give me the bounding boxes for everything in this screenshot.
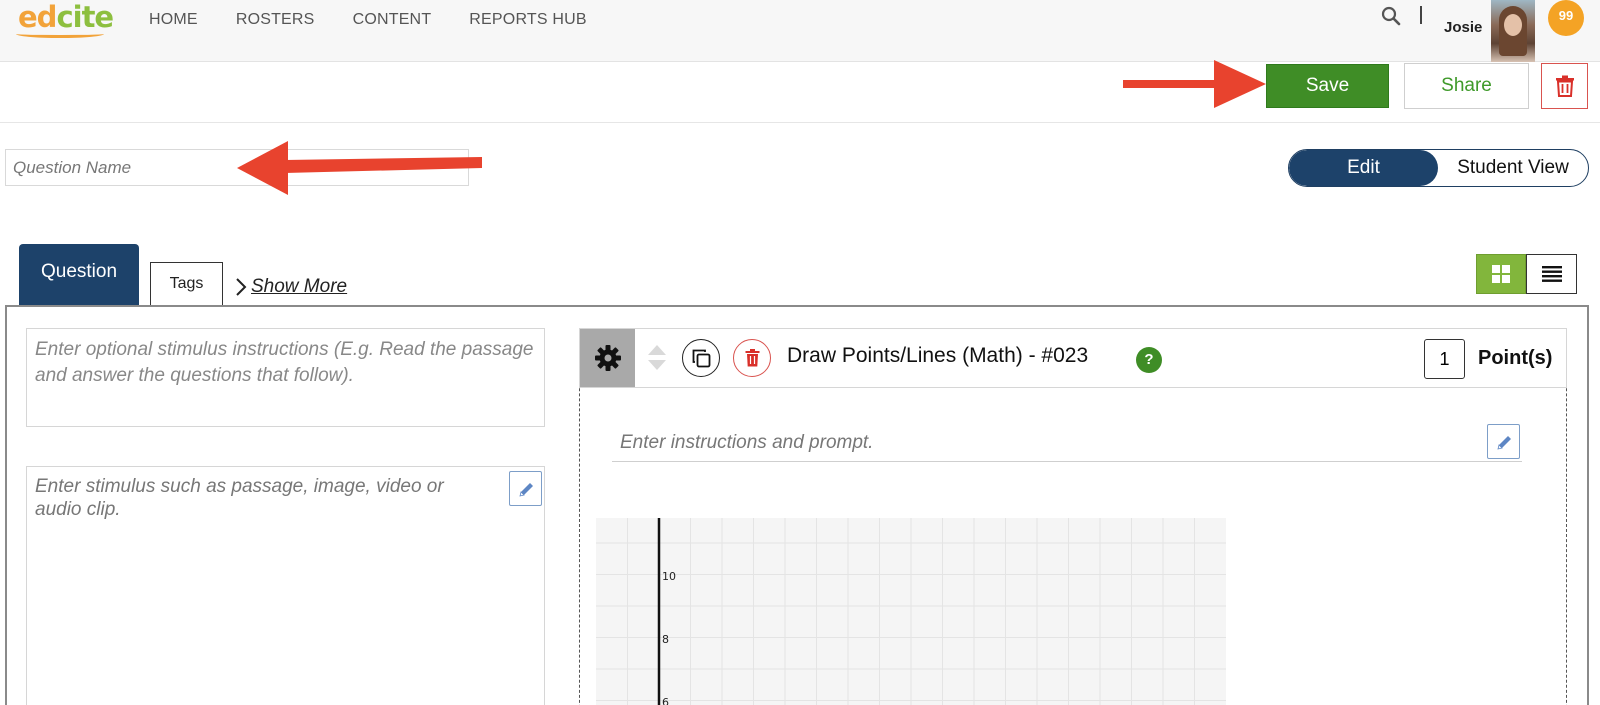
avatar[interactable] xyxy=(1491,0,1535,62)
logo-part-ed: ed xyxy=(18,0,57,34)
notification-badge[interactable]: 99 xyxy=(1548,0,1584,36)
nav-item-rosters[interactable]: ROSTERS xyxy=(236,11,315,29)
student-view-button[interactable]: Student View xyxy=(1438,150,1588,186)
search-icon[interactable] xyxy=(1381,6,1401,26)
trash-icon xyxy=(745,349,760,367)
y-tick-label: 8 xyxy=(662,633,669,646)
gear-icon xyxy=(595,345,621,371)
top-navigation: edcite HOME ROSTERS CONTENT REPORTS HUB … xyxy=(0,0,1600,62)
pencil-icon xyxy=(1497,436,1511,450)
action-bar: Save Share xyxy=(0,62,1600,123)
logo-part-cite: cite xyxy=(56,0,114,34)
user-name[interactable]: Josie xyxy=(1444,19,1482,36)
nav-item-home[interactable]: HOME xyxy=(149,11,198,29)
tab-tags[interactable]: Tags xyxy=(150,262,223,306)
reorder-icon[interactable] xyxy=(647,343,667,373)
show-more-link[interactable]: Show More xyxy=(234,276,347,298)
edcite-logo[interactable]: edcite xyxy=(18,0,114,34)
settings-button[interactable] xyxy=(580,329,635,387)
question-title: Draw Points/Lines (Math) - #023 xyxy=(787,344,1089,367)
show-more-label: Show More xyxy=(251,276,348,297)
tab-question[interactable]: Question xyxy=(19,244,139,306)
grid-view-icon xyxy=(1492,265,1510,283)
nav-divider xyxy=(1420,6,1422,24)
duplicate-button[interactable] xyxy=(682,339,720,377)
y-tick-label: 6 xyxy=(662,696,669,705)
chevron-right-icon xyxy=(236,278,247,296)
y-tick-label: 10 xyxy=(662,570,676,583)
save-button[interactable]: Save xyxy=(1266,64,1389,108)
question-delete-button[interactable] xyxy=(733,339,771,377)
stimulus-instructions-field[interactable]: Enter optional stimulus instructions (E.… xyxy=(26,328,545,427)
draw-points-graph[interactable]: 10 8 6 xyxy=(596,518,1226,705)
edit-view-button[interactable]: Edit xyxy=(1289,150,1438,186)
nav-item-content[interactable]: CONTENT xyxy=(353,11,432,29)
nav-item-reports-hub[interactable]: REPORTS HUB xyxy=(469,11,586,29)
list-view-button[interactable] xyxy=(1526,254,1577,294)
pencil-icon xyxy=(519,483,533,497)
copy-icon xyxy=(692,349,711,368)
help-icon[interactable]: ? xyxy=(1136,347,1162,373)
graph-grid xyxy=(596,518,1226,705)
stimulus-edit-button[interactable] xyxy=(509,471,542,506)
trash-icon xyxy=(1556,75,1574,97)
share-button[interactable]: Share xyxy=(1404,63,1529,109)
delete-button[interactable] xyxy=(1541,63,1588,109)
points-label: Point(s) xyxy=(1478,347,1553,369)
question-name-input[interactable] xyxy=(5,149,469,186)
prompt-edit-button[interactable] xyxy=(1487,424,1520,459)
grid-view-button[interactable] xyxy=(1476,254,1526,294)
view-toggle: Edit Student View xyxy=(1288,149,1589,187)
avatar-face xyxy=(1504,14,1522,36)
points-input[interactable] xyxy=(1424,339,1465,379)
prompt-field[interactable]: Enter instructions and prompt. xyxy=(612,428,1522,462)
stimulus-content-field[interactable]: Enter stimulus such as passage, image, v… xyxy=(26,466,545,705)
logo-swoosh xyxy=(16,30,104,38)
list-view-icon xyxy=(1542,266,1562,282)
main-nav: HOME ROSTERS CONTENT REPORTS HUB xyxy=(149,11,625,29)
